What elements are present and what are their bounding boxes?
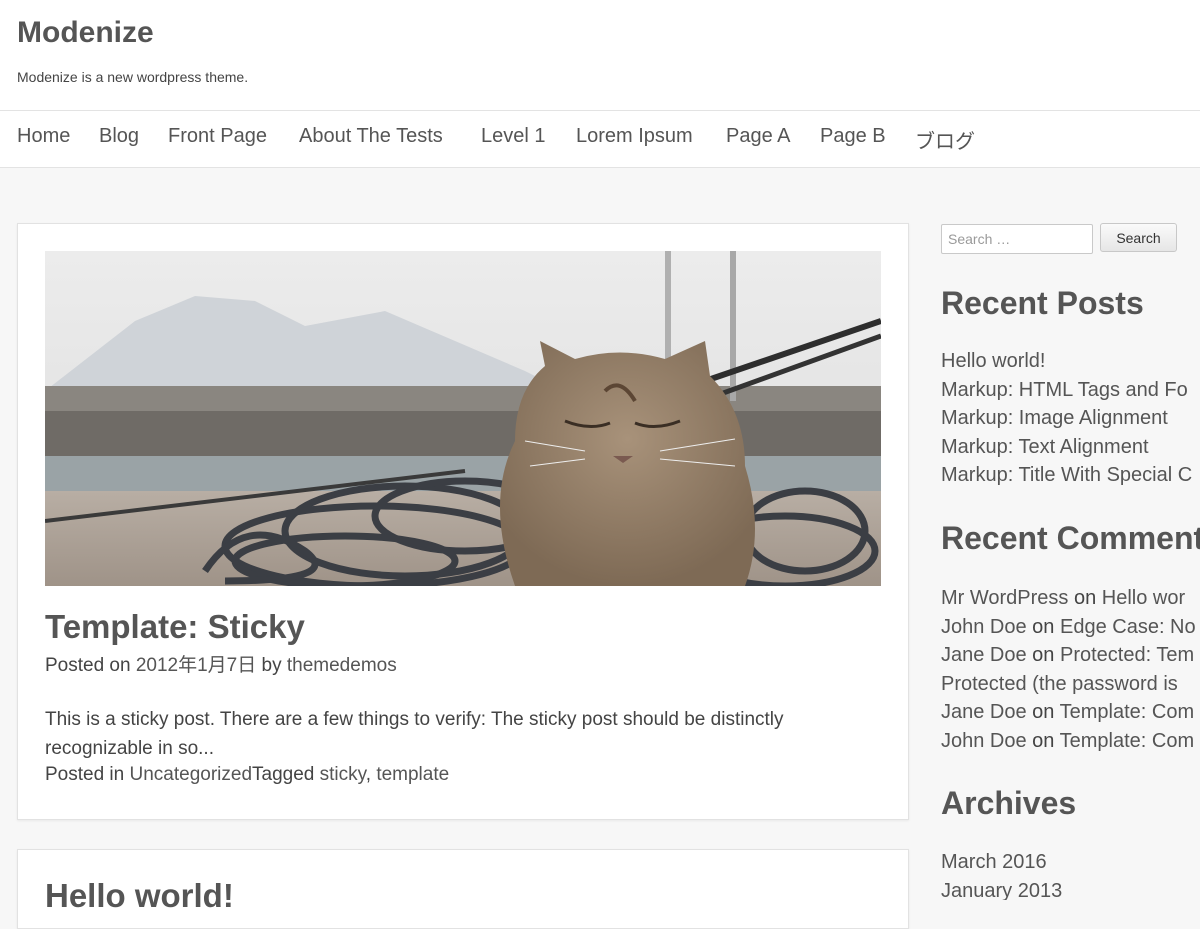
post-thumbnail[interactable] bbox=[45, 251, 881, 586]
by-label: by bbox=[256, 655, 287, 676]
post-date-link[interactable]: 2012年1月7日 bbox=[136, 655, 256, 676]
on-label: on bbox=[1026, 644, 1060, 666]
comment-post-link[interactable]: Protected: Tem bbox=[1060, 644, 1194, 666]
site-description: Modenize is a new wordpress theme. bbox=[17, 69, 249, 85]
cat-photo-image bbox=[45, 251, 881, 586]
recent-post-link[interactable]: Markup: Image Alignment bbox=[941, 407, 1168, 429]
comment-post-link[interactable]: Template: Com bbox=[1060, 730, 1195, 752]
site-header: Modenize Modenize is a new wordpress the… bbox=[0, 0, 1200, 111]
comment-author-link[interactable]: Jane Doe bbox=[941, 644, 1027, 666]
list-item: Markup: HTML Tags and Fo bbox=[941, 376, 1192, 405]
nav-item-blog[interactable]: Blog bbox=[99, 125, 139, 148]
tagged-label: Tagged bbox=[252, 764, 320, 785]
list-item: Jane Doe on Template: Com bbox=[941, 698, 1196, 727]
tag-link-template[interactable]: template bbox=[376, 764, 449, 785]
posted-on-label: Posted on bbox=[45, 655, 136, 676]
comment-author-link[interactable]: John Doe bbox=[941, 616, 1027, 638]
on-label: on bbox=[1026, 615, 1060, 638]
recent-posts-heading: Recent Posts bbox=[941, 285, 1144, 321]
list-item: Mr WordPress on Hello wor bbox=[941, 584, 1196, 613]
post-card-hello-world: Hello world! bbox=[17, 849, 909, 929]
sidebar: Search Recent Posts Hello world! Markup:… bbox=[941, 223, 1200, 900]
category-link[interactable]: Uncategorized bbox=[130, 764, 253, 785]
list-item: Markup: Image Alignment bbox=[941, 404, 1192, 433]
on-label: on bbox=[1026, 729, 1060, 752]
comment-post-link[interactable]: Template: Com bbox=[1060, 701, 1195, 723]
post-title[interactable]: Template: Sticky bbox=[45, 608, 305, 646]
on-label: on bbox=[1026, 701, 1060, 723]
list-item: Markup: Title With Special C bbox=[941, 461, 1192, 490]
comment-author-link[interactable]: Mr WordPress bbox=[941, 587, 1068, 609]
tag-separator: , bbox=[365, 764, 377, 785]
recent-posts-list: Hello world! Markup: HTML Tags and Fo Ma… bbox=[941, 347, 1192, 490]
nav-item-home[interactable]: Home bbox=[17, 125, 70, 148]
nav-item-page-a[interactable]: Page A bbox=[726, 125, 791, 148]
recent-comments-heading: Recent Comments bbox=[941, 520, 1200, 556]
on-label: on bbox=[1068, 587, 1102, 609]
list-item: January 2013 bbox=[941, 877, 1062, 901]
post-card-sticky: Template: Sticky Posted on 2012年1月7日 by … bbox=[17, 223, 909, 820]
comment-post-link[interactable]: Hello wor bbox=[1102, 587, 1185, 609]
search-button[interactable]: Search bbox=[1100, 223, 1177, 252]
nav-item-level-1[interactable]: Level 1 bbox=[481, 125, 546, 148]
archive-link[interactable]: March 2016 bbox=[941, 851, 1047, 873]
post-footer: Posted in UncategorizedTagged sticky, te… bbox=[45, 764, 449, 786]
comment-author-link[interactable]: Jane Doe bbox=[941, 701, 1027, 723]
nav-item-about-the-tests[interactable]: About The Tests bbox=[299, 125, 443, 148]
comment-post-link[interactable]: Protected (the password is bbox=[941, 673, 1178, 695]
search-input[interactable] bbox=[941, 224, 1093, 254]
recent-post-link[interactable]: Hello world! bbox=[941, 350, 1045, 372]
nav-item-blog-ja[interactable]: ブログ bbox=[915, 125, 975, 154]
archives-heading: Archives bbox=[941, 785, 1077, 821]
post-excerpt: This is a sticky post. There are a few t… bbox=[45, 709, 784, 759]
site-title[interactable]: Modenize bbox=[17, 16, 154, 50]
list-item: John Doe on Template: Com bbox=[941, 727, 1196, 756]
recent-post-link[interactable]: Markup: Text Alignment bbox=[941, 436, 1149, 458]
recent-post-link[interactable]: Markup: Title With Special C bbox=[941, 464, 1192, 486]
posted-in-label: Posted in bbox=[45, 764, 130, 785]
comment-author-link[interactable]: John Doe bbox=[941, 730, 1027, 752]
main-navigation: Home Blog Front Page About The Tests Lev… bbox=[0, 111, 1200, 168]
archive-link[interactable]: January 2013 bbox=[941, 880, 1062, 901]
list-item: Markup: Text Alignment bbox=[941, 433, 1192, 462]
nav-item-page-b[interactable]: Page B bbox=[820, 125, 886, 148]
nav-item-front-page[interactable]: Front Page bbox=[168, 125, 267, 148]
list-item: Protected (the password is bbox=[941, 670, 1196, 699]
nav-item-lorem-ipsum[interactable]: Lorem Ipsum bbox=[576, 125, 693, 148]
recent-post-link[interactable]: Markup: HTML Tags and Fo bbox=[941, 379, 1188, 401]
list-item: Hello world! bbox=[941, 347, 1192, 376]
recent-comments-list: Mr WordPress on Hello wor John Doe on Ed… bbox=[941, 584, 1196, 755]
post-title[interactable]: Hello world! bbox=[45, 877, 234, 915]
tag-link-sticky[interactable]: sticky bbox=[320, 764, 366, 785]
archives-list: March 2016 January 2013 bbox=[941, 848, 1062, 900]
post-meta: Posted on 2012年1月7日 by themedemos bbox=[45, 650, 397, 677]
list-item: Jane Doe on Protected: Tem bbox=[941, 641, 1196, 670]
list-item: John Doe on Edge Case: No bbox=[941, 613, 1196, 642]
post-author-link[interactable]: themedemos bbox=[287, 655, 397, 676]
comment-post-link[interactable]: Edge Case: No bbox=[1060, 616, 1196, 638]
list-item: March 2016 bbox=[941, 848, 1062, 877]
